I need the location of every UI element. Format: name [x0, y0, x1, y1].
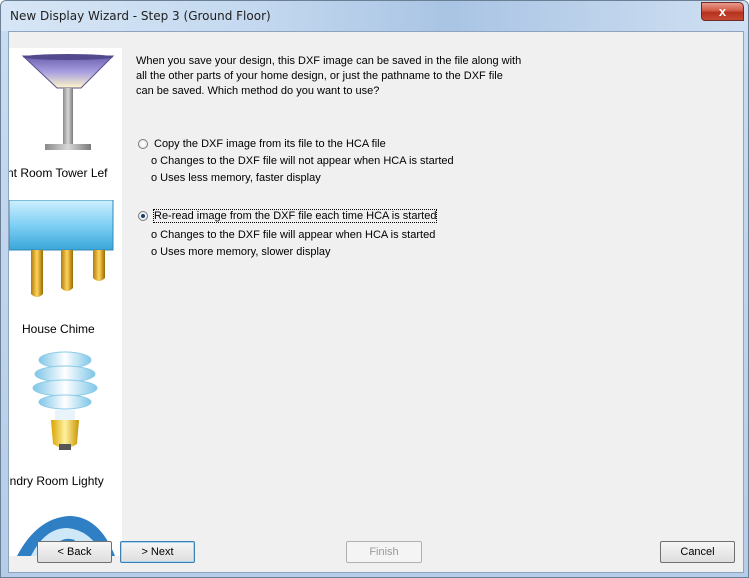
intro-line: When you save your design, this DXF imag…: [136, 55, 522, 67]
next-button[interactable]: > Next: [120, 541, 195, 563]
device-icon-sidebar[interactable]: nt Room Tower Lef House Chime indry Room…: [9, 48, 122, 556]
radio-label-reread[interactable]: Re-read image from the DXF file each tim…: [152, 209, 438, 223]
dialog-client-area: nt Room Tower Lef House Chime indry Room…: [8, 31, 744, 573]
finish-button-label: Finish: [369, 546, 399, 558]
title-bar[interactable]: New Display Wizard - Step 3 (Ground Floo…: [1, 1, 748, 31]
wizard-content: [122, 48, 743, 556]
finish-button[interactable]: Finish: [346, 541, 422, 563]
back-button[interactable]: < Back: [37, 541, 112, 563]
wizard-window: New Display Wizard - Step 3 (Ground Floo…: [0, 0, 749, 578]
option-note: o Uses more memory, slower display: [151, 246, 331, 258]
sidebar-item-label: indry Room Lighty: [9, 474, 104, 488]
sidebar-item-label: nt Room Tower Lef: [9, 166, 108, 180]
radio-label-copy[interactable]: Copy the DXF image from its file to the …: [154, 138, 386, 150]
intro-text: When you save your design, this DXF imag…: [136, 54, 556, 99]
cancel-button[interactable]: Cancel: [660, 541, 735, 563]
option-note: o Changes to the DXF file will not appea…: [151, 155, 454, 167]
cfl-bulb-icon: [32, 351, 98, 450]
chime-icon: [9, 200, 114, 297]
window-title: New Display Wizard - Step 3 (Ground Floo…: [10, 9, 271, 23]
lamp-icon: [21, 54, 115, 150]
radio-button-copy[interactable]: [138, 139, 148, 149]
option-note: o Changes to the DXF file will appear wh…: [151, 229, 436, 241]
cancel-button-label: Cancel: [680, 546, 715, 558]
radio-button-reread[interactable]: [138, 211, 148, 221]
close-button[interactable]: x: [701, 2, 744, 21]
intro-line: all the other parts of your home design,…: [136, 70, 503, 82]
sidebar-item-label: House Chime: [22, 322, 95, 336]
option-note: o Uses less memory, faster display: [151, 172, 321, 184]
radio-copy-image[interactable]: Copy the DXF image from its file to the …: [138, 138, 386, 150]
next-button-label: > Next: [141, 546, 174, 558]
back-button-label: < Back: [57, 546, 92, 558]
radio-reread-image[interactable]: Re-read image from the DXF file each tim…: [138, 209, 438, 223]
close-icon: x: [718, 4, 727, 19]
intro-line: can be saved. Which method do you want t…: [136, 85, 380, 97]
